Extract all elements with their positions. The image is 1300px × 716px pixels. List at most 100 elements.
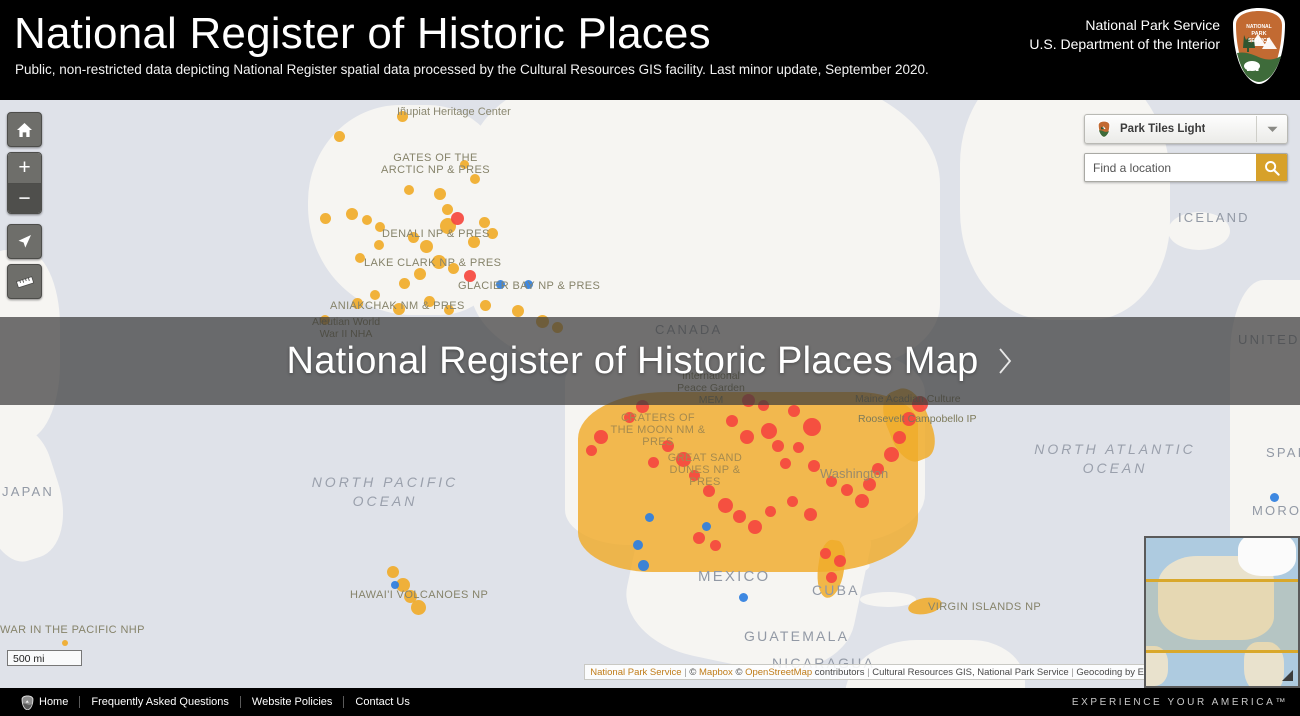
park-label-gates-of-the-arctic: GATES OF THE ARCTIC NP & PRES [381,152,490,176]
overview-extent-rectangle [1146,579,1298,653]
marker-red[interactable] [710,540,721,551]
marker-orange[interactable] [404,185,414,195]
marker-red[interactable] [820,548,831,559]
marker-red[interactable] [884,447,899,462]
footer-link-faq[interactable]: Frequently Asked Questions [80,696,240,708]
footer-link-home[interactable]: Home [10,695,79,710]
country-label-spain: SPAIN [1266,445,1300,460]
park-label-aniakchak: ANIAKCHAK NM & PRES [330,300,465,312]
marker-orange[interactable] [374,240,384,250]
marker-red[interactable] [804,508,817,521]
attribution-link-openstreetmap[interactable]: OpenStreetMap [745,667,812,678]
marker-red[interactable] [451,212,464,225]
country-label-mexico: MEXICO [698,568,771,585]
basemap-selector[interactable]: Park Tiles Light [1084,114,1288,144]
basemap-dropdown-toggle[interactable] [1256,116,1287,142]
marker-orange[interactable] [442,204,453,215]
search-icon [1264,160,1280,176]
marker-blue[interactable] [645,513,654,522]
marker-red[interactable] [780,458,791,469]
marker-red[interactable] [748,520,762,534]
footer-link-contact-us[interactable]: Contact Us [344,696,420,708]
marker-red[interactable] [855,494,869,508]
marker-orange[interactable] [414,268,426,280]
marker-orange[interactable] [411,600,426,615]
map-banner-link[interactable]: National Register of Historic Places Map [0,317,1300,405]
marker-red[interactable] [733,510,746,523]
footer-link-website-policies[interactable]: Website Policies [241,696,344,708]
marker-orange[interactable] [434,188,446,200]
marker-red[interactable] [793,442,804,453]
marker-blue[interactable] [1270,493,1279,502]
park-label-great-sand-dunes: GREAT SAND DUNES NP & PRES [667,452,743,488]
country-label-guatemala: GUATEMALA [744,628,850,644]
marker-orange[interactable] [479,217,490,228]
navigation-arrow-icon [18,235,31,248]
map-banner-title: National Register of Historic Places Map [286,339,979,382]
attribution-link-nps[interactable]: National Park Service [590,667,681,678]
marker-red[interactable] [761,423,777,439]
svg-text:PARK: PARK [1251,31,1266,37]
marker-orange[interactable] [480,300,491,311]
marker-red[interactable] [787,496,798,507]
search-input[interactable] [1085,154,1256,181]
park-label-washington: Washington [820,466,889,481]
location-search[interactable] [1084,153,1288,182]
marker-red[interactable] [893,431,906,444]
marker-orange[interactable] [362,215,372,225]
marker-blue[interactable] [391,581,399,589]
marker-red[interactable] [834,555,846,567]
map-locate-button[interactable] [7,224,42,259]
marker-blue[interactable] [702,522,711,531]
marker-orange[interactable] [387,566,399,578]
marker-red[interactable] [718,498,733,513]
park-label-denali: DENALI NP & PRES [382,228,490,240]
marker-red[interactable] [803,418,821,436]
marker-orange[interactable] [346,208,358,220]
park-label-hawaii-volcanoes: HAWAI'I VOLCANOES NP [350,589,489,601]
landmass-hispaniola [860,592,916,607]
marker-blue[interactable] [638,560,649,571]
marker-red[interactable] [586,445,597,456]
marker-orange[interactable] [320,213,331,224]
marker-red[interactable] [841,484,853,496]
country-label-iceland: ICELAND [1178,210,1250,225]
page-title: National Register of Historic Places [14,9,711,58]
marker-red[interactable] [772,440,784,452]
park-label-roosevelt-campobello: Roosevelt Campobello IP [858,413,977,425]
attribution-copyright: © [689,667,699,678]
marker-blue[interactable] [633,540,643,550]
marker-red[interactable] [740,430,754,444]
marker-orange[interactable] [512,305,524,317]
attribution-link-mapbox[interactable]: Mapbox [699,667,733,678]
overview-landmass-greenland [1238,538,1296,576]
marker-orange[interactable] [420,240,433,253]
map-zoom-out-button[interactable]: − [8,184,41,213]
map-zoom-in-button[interactable]: + [8,153,41,184]
marker-red[interactable] [726,415,738,427]
expand-collapse-icon[interactable] [1280,669,1294,682]
sea-label-north-atlantic: NORTH ATLANTIC OCEAN [1034,441,1196,476]
page-root: National Register of Historic Places Pub… [0,0,1300,716]
chevron-right-icon [997,346,1014,376]
marker-blue[interactable] [739,593,748,602]
country-label-cuba: CUBA [812,582,860,598]
marker-red[interactable] [693,532,705,544]
map-measure-button[interactable] [7,264,42,299]
marker-red[interactable] [788,405,800,417]
search-button[interactable] [1256,154,1287,181]
marker-orange[interactable] [370,290,380,300]
scale-bar: 500 mi [7,650,82,666]
marker-red[interactable] [594,430,608,444]
overview-map[interactable] [1144,536,1300,688]
map-canvas[interactable]: NORTH PACIFIC OCEAN NORTH ATLANTIC OCEAN… [0,100,1300,688]
marker-orange[interactable] [399,278,410,289]
agency-name: National Park Service [1085,17,1220,33]
marker-orange[interactable] [62,640,68,646]
park-label-inupiat-heritage-center: Iñupiat Heritage Center [397,106,511,118]
marker-orange[interactable] [334,131,345,142]
marker-red[interactable] [808,460,820,472]
marker-red[interactable] [765,506,776,517]
map-zoom-controls[interactable]: + − [7,152,42,214]
map-home-button[interactable] [7,112,42,147]
